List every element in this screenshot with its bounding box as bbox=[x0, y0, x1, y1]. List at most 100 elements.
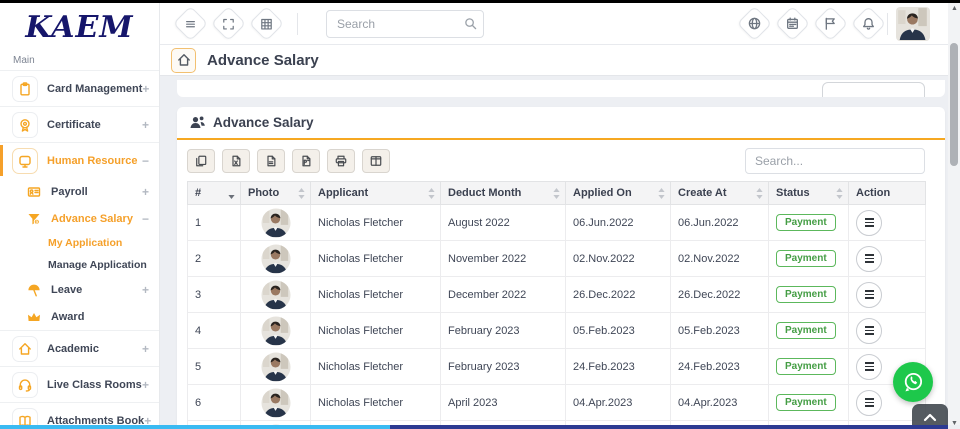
csv-button[interactable] bbox=[257, 149, 285, 173]
topbar-divider bbox=[887, 13, 888, 35]
avatar bbox=[248, 208, 303, 238]
hamburger-icon bbox=[865, 362, 874, 371]
sidebar-item-label: Manage Application bbox=[48, 259, 147, 271]
sidebar-item-manage-application[interactable]: Manage Application bbox=[0, 254, 159, 276]
excel-button[interactable] bbox=[222, 149, 250, 173]
sidebar-item-card-management[interactable]: Card Management+ bbox=[0, 70, 159, 106]
applicant-name: Nicholas Fletcher bbox=[311, 241, 441, 277]
applicant-photo bbox=[241, 205, 311, 241]
calendar-icon bbox=[786, 17, 799, 30]
vertical-scrollbar[interactable]: ▲ ▼ bbox=[948, 3, 960, 429]
table-search-input[interactable] bbox=[745, 148, 925, 174]
whatsapp-button[interactable] bbox=[893, 362, 933, 402]
deduct-month: December 2022 bbox=[441, 277, 566, 313]
row-number: 5 bbox=[188, 349, 241, 385]
column-header-createat[interactable]: Create At bbox=[671, 182, 769, 205]
row-action-button[interactable] bbox=[856, 318, 882, 344]
print-button[interactable] bbox=[327, 149, 355, 173]
globe-button[interactable] bbox=[737, 6, 772, 41]
advance-salary-panel: Advance Salary #PhotoApplicantDeduct Mon… bbox=[177, 107, 945, 429]
copy-button[interactable] bbox=[187, 149, 215, 173]
applied-on: 02.Nov.2022 bbox=[566, 241, 671, 277]
applicant-photo bbox=[241, 385, 311, 421]
applicant-name: Nicholas Fletcher bbox=[311, 277, 441, 313]
status-cell: Payment bbox=[769, 385, 849, 421]
vertical-scrollbar-thumb[interactable] bbox=[950, 43, 958, 166]
table-row: 2 Nicholas FletcherNovember 202202.Nov.2… bbox=[188, 241, 926, 277]
hr-screen-icon bbox=[12, 148, 38, 174]
applicant-photo bbox=[241, 313, 311, 349]
sidebar-item-payroll[interactable]: Payroll+ bbox=[0, 178, 159, 205]
sort-both-icon bbox=[298, 188, 305, 199]
grid-button[interactable] bbox=[249, 6, 284, 41]
status-cell: Payment bbox=[769, 205, 849, 241]
column-header-label: Status bbox=[776, 187, 810, 199]
status-badge: Payment bbox=[776, 358, 836, 375]
sidebar-item-label: Live Class Rooms bbox=[47, 379, 142, 391]
bell-icon bbox=[862, 17, 875, 30]
fullscreen-icon bbox=[223, 18, 235, 30]
horizontal-scrollbar-track[interactable] bbox=[390, 425, 948, 429]
copy-icon bbox=[195, 155, 207, 167]
scroll-up-arrow-icon[interactable]: ▲ bbox=[951, 5, 958, 12]
create-at: 26.Dec.2022 bbox=[671, 277, 769, 313]
menu-button[interactable] bbox=[173, 6, 208, 41]
column-header-[interactable]: # bbox=[188, 182, 241, 205]
sidebar-item-human-resource[interactable]: Human Resource− bbox=[0, 142, 159, 178]
sidebar-item-award[interactable]: Award bbox=[0, 303, 159, 330]
column-header-status[interactable]: Status bbox=[769, 182, 849, 205]
column-header-label: Applied On bbox=[573, 187, 632, 199]
horizontal-scrollbar[interactable] bbox=[0, 425, 960, 429]
columns-button[interactable] bbox=[362, 149, 390, 173]
user-avatar[interactable] bbox=[896, 7, 930, 41]
row-action-button[interactable] bbox=[856, 354, 882, 380]
crown-icon bbox=[26, 310, 42, 324]
sidebar-item-advance-salary[interactable]: 0Advance Salary− bbox=[0, 205, 159, 232]
column-header-applicant[interactable]: Applicant bbox=[311, 182, 441, 205]
deduct-month: August 2022 bbox=[441, 205, 566, 241]
fullscreen-button[interactable] bbox=[211, 6, 246, 41]
row-action-button[interactable] bbox=[856, 282, 882, 308]
create-at: 02.Nov.2022 bbox=[671, 241, 769, 277]
calendar-button[interactable] bbox=[775, 6, 810, 41]
row-number: 3 bbox=[188, 277, 241, 313]
create-at: 24.Feb.2023 bbox=[671, 349, 769, 385]
applied-on: 04.Apr.2023 bbox=[566, 385, 671, 421]
avatar bbox=[248, 352, 303, 382]
column-header-appliedon[interactable]: Applied On bbox=[566, 182, 671, 205]
table-header-row: #PhotoApplicant Deduct Month Applied On Cre… bbox=[188, 182, 926, 205]
row-number: 1 bbox=[188, 205, 241, 241]
expand-plus-icon: + bbox=[142, 185, 149, 199]
expand-plus-icon: + bbox=[142, 378, 149, 392]
scrolled-control-fragment bbox=[822, 82, 925, 97]
expand-plus-icon: + bbox=[142, 82, 149, 96]
sidebar-menu: Card Management+Certificate+Human Resour… bbox=[0, 70, 159, 429]
column-header-photo[interactable]: Photo bbox=[241, 182, 311, 205]
sidebar-item-academic[interactable]: Academic+ bbox=[0, 330, 159, 366]
row-action-button[interactable] bbox=[856, 210, 882, 236]
row-action-button[interactable] bbox=[856, 246, 882, 272]
sort-desc-icon bbox=[228, 188, 235, 199]
sidebar-item-my-application[interactable]: My Application bbox=[0, 232, 159, 254]
status-badge: Payment bbox=[776, 322, 836, 339]
horizontal-scrollbar-thumb[interactable] bbox=[0, 425, 390, 429]
row-action-button[interactable] bbox=[856, 390, 882, 416]
bell-button[interactable] bbox=[851, 6, 886, 41]
deduct-month: November 2022 bbox=[441, 241, 566, 277]
sidebar-section-label: Main bbox=[13, 55, 159, 66]
sidebar-item-live-class-rooms[interactable]: Live Class Rooms+ bbox=[0, 366, 159, 402]
topbar-search bbox=[326, 10, 484, 38]
pdf-button[interactable] bbox=[292, 149, 320, 173]
sidebar-item-label: Advance Salary bbox=[51, 213, 133, 225]
home-icon[interactable] bbox=[171, 48, 196, 73]
action-cell bbox=[849, 313, 926, 349]
hamburger-icon bbox=[865, 290, 874, 299]
flag-button[interactable] bbox=[813, 6, 848, 41]
column-header-deductmonth[interactable]: Deduct Month bbox=[441, 182, 566, 205]
column-header-label: Deduct Month bbox=[448, 187, 521, 199]
sidebar-item-leave[interactable]: Leave+ bbox=[0, 276, 159, 303]
sidebar-item-label: Academic bbox=[47, 343, 99, 355]
applicant-name: Nicholas Fletcher bbox=[311, 349, 441, 385]
topbar-search-input[interactable] bbox=[326, 10, 484, 38]
sidebar-item-certificate[interactable]: Certificate+ bbox=[0, 106, 159, 142]
